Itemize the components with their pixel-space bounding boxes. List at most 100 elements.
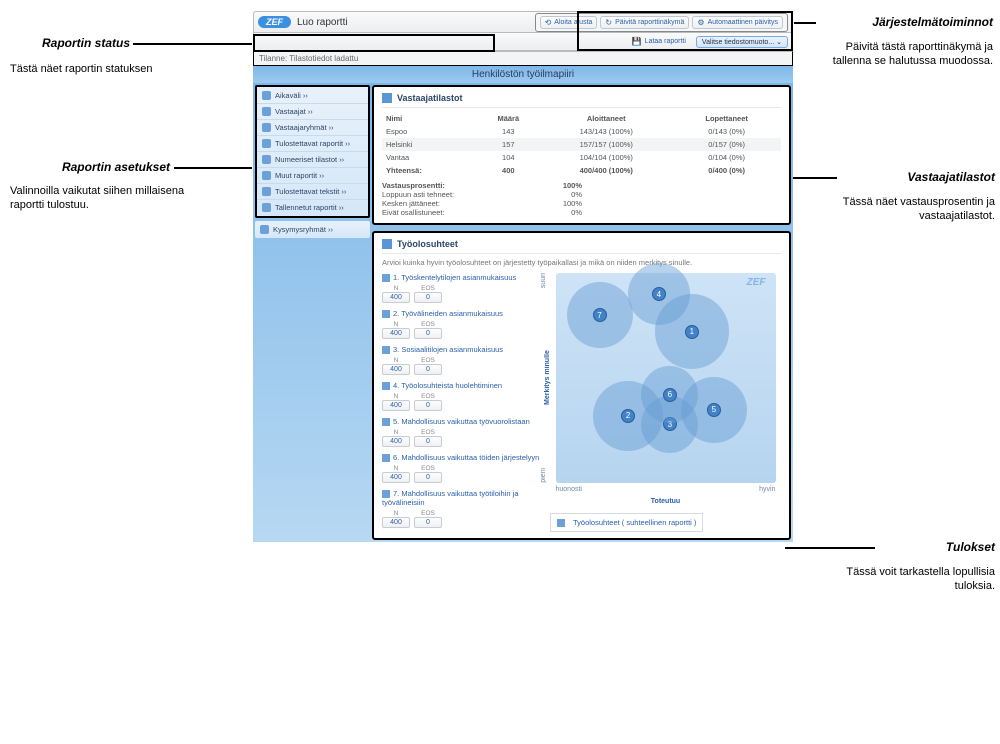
stats-col-header: Nimi xyxy=(382,112,476,125)
app-body: Aikaväli ›› Vastaajat ›› Vastaajaryhmät ››… xyxy=(253,83,793,542)
eos-value: 0 xyxy=(414,472,442,483)
people-icon xyxy=(382,93,392,103)
sidebar-item[interactable]: Muut raportit ›› xyxy=(257,168,368,184)
sidebar-item-label: Muut raportit ›› xyxy=(275,171,324,180)
sidebar-icon xyxy=(262,107,271,116)
question-label: 5. Mahdollisuus vaikuttaa työvuorolistaa… xyxy=(393,417,530,426)
n-value: 400 xyxy=(382,328,410,339)
chart-marker[interactable]: 4 xyxy=(652,287,666,301)
table-cell: 143/143 (100%) xyxy=(540,125,672,138)
sidebar-icon xyxy=(262,171,271,180)
anno-system-title: Järjestelmätoiminnot xyxy=(818,15,993,29)
eos-head: EOS xyxy=(414,357,442,364)
file-format-select[interactable]: Valitse tiedostomuoto... ⌄ xyxy=(696,36,788,48)
sidebar-item[interactable]: Vastaajat ›› xyxy=(257,104,368,120)
start-over-button[interactable]: ⟲ Aloita alusta xyxy=(540,16,598,29)
response-metrics: Vastausprosentti:100% Loppuun asti tehne… xyxy=(382,181,781,217)
gear-icon: ⚙ xyxy=(697,18,704,27)
anno-results-body: Tässä voit tarkastella lopullisia tuloks… xyxy=(835,565,995,594)
question-item[interactable]: 1. Työskentelytilojen asianmukaisuus N400… xyxy=(382,273,542,303)
table-cell: Yhteensä: xyxy=(382,164,476,177)
n-head: N xyxy=(382,465,410,472)
eos-value: 0 xyxy=(414,364,442,375)
refresh-report-button[interactable]: ↻ Päivitä raporttinäkymä xyxy=(600,16,689,29)
question-item[interactable]: 7. Mahdollisuus vaikuttaa työtiloihin ja… xyxy=(382,489,542,528)
table-row: Vantaa104104/104 (100%)0/104 (0%) xyxy=(382,151,781,164)
sidebar-item-label: Vastaajat ›› xyxy=(275,107,313,116)
sidebar-panel-main: Aikaväli ›› Vastaajat ›› Vastaajaryhmät ››… xyxy=(255,85,370,218)
chart-marker[interactable]: 1 xyxy=(685,325,699,339)
table-total-row: Yhteensä:400400/400 (100%)0/400 (0%) xyxy=(382,164,781,177)
table-cell: 0/400 (0%) xyxy=(672,164,781,177)
chart-legend: Työolosuhteet ( suhteellinen raportti ) xyxy=(550,513,703,532)
chevron-down-icon: ⌄ xyxy=(776,39,782,46)
question-item[interactable]: 6. Mahdollisuus vaikuttaa töiden järjest… xyxy=(382,453,542,483)
question-label: 6. Mahdollisuus vaikuttaa töiden järjest… xyxy=(393,453,539,462)
sidebar-item[interactable]: Vastaajaryhmät ›› xyxy=(257,120,368,136)
eos-value: 0 xyxy=(414,328,442,339)
sidebar-item[interactable]: Numeeriset tilastot ›› xyxy=(257,152,368,168)
legend-icon xyxy=(557,519,565,527)
download-report-button[interactable]: 💾 Lataa raportti xyxy=(628,36,690,47)
chart-marker[interactable]: 7 xyxy=(593,308,607,322)
question-icon xyxy=(382,490,390,498)
n-value: 400 xyxy=(382,436,410,447)
sidebar-icon xyxy=(262,139,271,148)
eos-head: EOS xyxy=(414,285,442,292)
question-label: 1. Työskentelytilojen asianmukaisuus xyxy=(393,273,516,282)
table-cell: Espoo xyxy=(382,125,476,138)
chart-y-label: Merkitys minulle xyxy=(544,273,551,483)
app-header-row2: 💾 Lataa raportti Valitse tiedostomuoto..… xyxy=(253,33,793,51)
n-value: 400 xyxy=(382,364,410,375)
body-title-bar: Henkilöstön työilmapiiri xyxy=(253,66,793,83)
question-item[interactable]: 4. Työolosuhteista huolehtiminenN400EOS0 xyxy=(382,381,542,411)
sidebar-icon xyxy=(262,203,271,212)
question-item[interactable]: 5. Mahdollisuus vaikuttaa työvuorolistaa… xyxy=(382,417,542,447)
sidebar-item-label: Numeeriset tilastot ›› xyxy=(275,155,344,164)
sidebar-item[interactable]: Tallennetut raportit ›› xyxy=(257,200,368,215)
eos-head: EOS xyxy=(414,465,442,472)
question-icon xyxy=(382,310,390,318)
question-icon xyxy=(382,274,390,282)
anno-results-title: Tulokset xyxy=(880,540,995,554)
sidebar-icon xyxy=(262,123,271,132)
sidebar-item-label: Vastaajaryhmät ›› xyxy=(275,123,334,132)
n-head: N xyxy=(382,393,410,400)
chart-marker[interactable]: 6 xyxy=(663,388,677,402)
n-head: N xyxy=(382,510,410,517)
chart-marker[interactable]: 2 xyxy=(621,409,635,423)
app-window: ZEF Luo raportti ⟲ Aloita alusta ↻ Päivi… xyxy=(253,11,793,542)
question-list: 1. Työskentelytilojen asianmukaisuusN400… xyxy=(382,273,542,532)
table-cell: Helsinki xyxy=(382,138,476,151)
chart-y-top: suuri xyxy=(540,273,547,288)
sidebar-item[interactable]: Tulostettavat raportit ›› xyxy=(257,136,368,152)
sidebar-item[interactable]: Kysymysryhmät ›› xyxy=(255,222,370,237)
stats-col-header: Aloittaneet xyxy=(540,112,672,125)
sidebar-item[interactable]: Aikaväli ›› xyxy=(257,88,368,104)
anno-status-body: Tästä näet raportin statuksen xyxy=(10,62,200,76)
folder-icon xyxy=(382,239,392,249)
table-cell: 157 xyxy=(476,138,540,151)
sidebar-item-label: Kysymysryhmät ›› xyxy=(273,225,333,234)
sidebar-icon xyxy=(262,91,271,100)
n-value: 400 xyxy=(382,517,410,528)
table-cell: Vantaa xyxy=(382,151,476,164)
auto-refresh-button[interactable]: ⚙ Automaattinen päivitys xyxy=(692,16,783,29)
sidebar-icon xyxy=(262,187,271,196)
question-item[interactable]: 2. Työvälineiden asianmukaisuusN400EOS0 xyxy=(382,309,542,339)
sidebar-item-label: Tulostettavat tekstit ›› xyxy=(275,187,346,196)
table-cell: 104/104 (100%) xyxy=(540,151,672,164)
eos-value: 0 xyxy=(414,400,442,411)
table-cell: 0/157 (0%) xyxy=(672,138,781,151)
system-button-group: ⟲ Aloita alusta ↻ Päivitä raporttinäkymä… xyxy=(535,13,788,32)
question-item[interactable]: 3. Sosiaalitilojen asianmukaisuusN400EOS… xyxy=(382,345,542,375)
chart-x-left: huonosti xyxy=(556,486,582,493)
anno-settings-title: Raportin asetukset xyxy=(10,160,170,174)
n-head: N xyxy=(382,285,410,292)
chart-marker[interactable]: 5 xyxy=(707,403,721,417)
eos-head: EOS xyxy=(414,321,442,328)
respondent-stats-panel: Vastaajatilastot NimiMääräAloittaneetLop… xyxy=(372,85,791,225)
sidebar-item[interactable]: Tulostettavat tekstit ›› xyxy=(257,184,368,200)
refresh-icon: ⟲ xyxy=(545,18,552,27)
n-value: 400 xyxy=(382,292,410,303)
